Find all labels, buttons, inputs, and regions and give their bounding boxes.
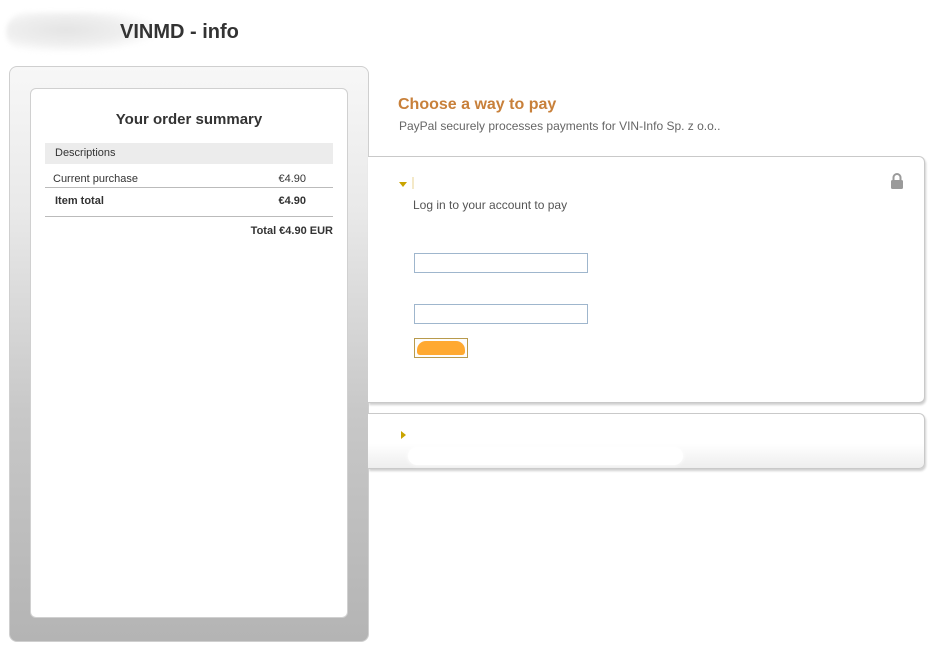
login-button-fill: [417, 341, 465, 355]
guest-payment-panel[interactable]: [368, 413, 925, 469]
order-summary-panel: Your order summary Descriptions Current …: [9, 66, 369, 642]
item-total-label: Item total: [55, 195, 104, 207]
item-total-row: Item total €4.90: [45, 195, 333, 211]
line-item-row: Current purchase €4.90: [45, 173, 333, 187]
password-field[interactable]: [414, 304, 588, 324]
item-total-amount: €4.90: [278, 195, 306, 207]
divider: [45, 187, 333, 188]
order-total: Total €4.90 EUR: [250, 225, 333, 237]
email-field[interactable]: [414, 253, 588, 273]
line-item-label: Current purchase: [53, 173, 138, 185]
line-item-amount: €4.90: [278, 173, 306, 185]
panel-title-mark: [412, 177, 414, 189]
expanded-triangle-icon[interactable]: [399, 182, 407, 187]
login-button[interactable]: [414, 338, 468, 358]
order-summary-card: Your order summary Descriptions Current …: [30, 88, 348, 618]
descriptions-header: Descriptions: [45, 143, 333, 164]
merchant-name: VINMD - info: [120, 21, 239, 43]
lock-icon: [891, 173, 903, 189]
divider: [45, 216, 333, 217]
guest-panel-title: [408, 447, 683, 465]
login-prompt: Log in to your account to pay: [413, 198, 568, 212]
payment-subheading: PayPal securely processes payments for V…: [399, 119, 721, 133]
login-payment-panel: Log in to your account to pay: [368, 156, 925, 403]
collapsed-triangle-icon[interactable]: [401, 431, 406, 439]
payment-heading: Choose a way to pay: [398, 96, 557, 113]
order-summary-title: Your order summary: [115, 111, 263, 128]
